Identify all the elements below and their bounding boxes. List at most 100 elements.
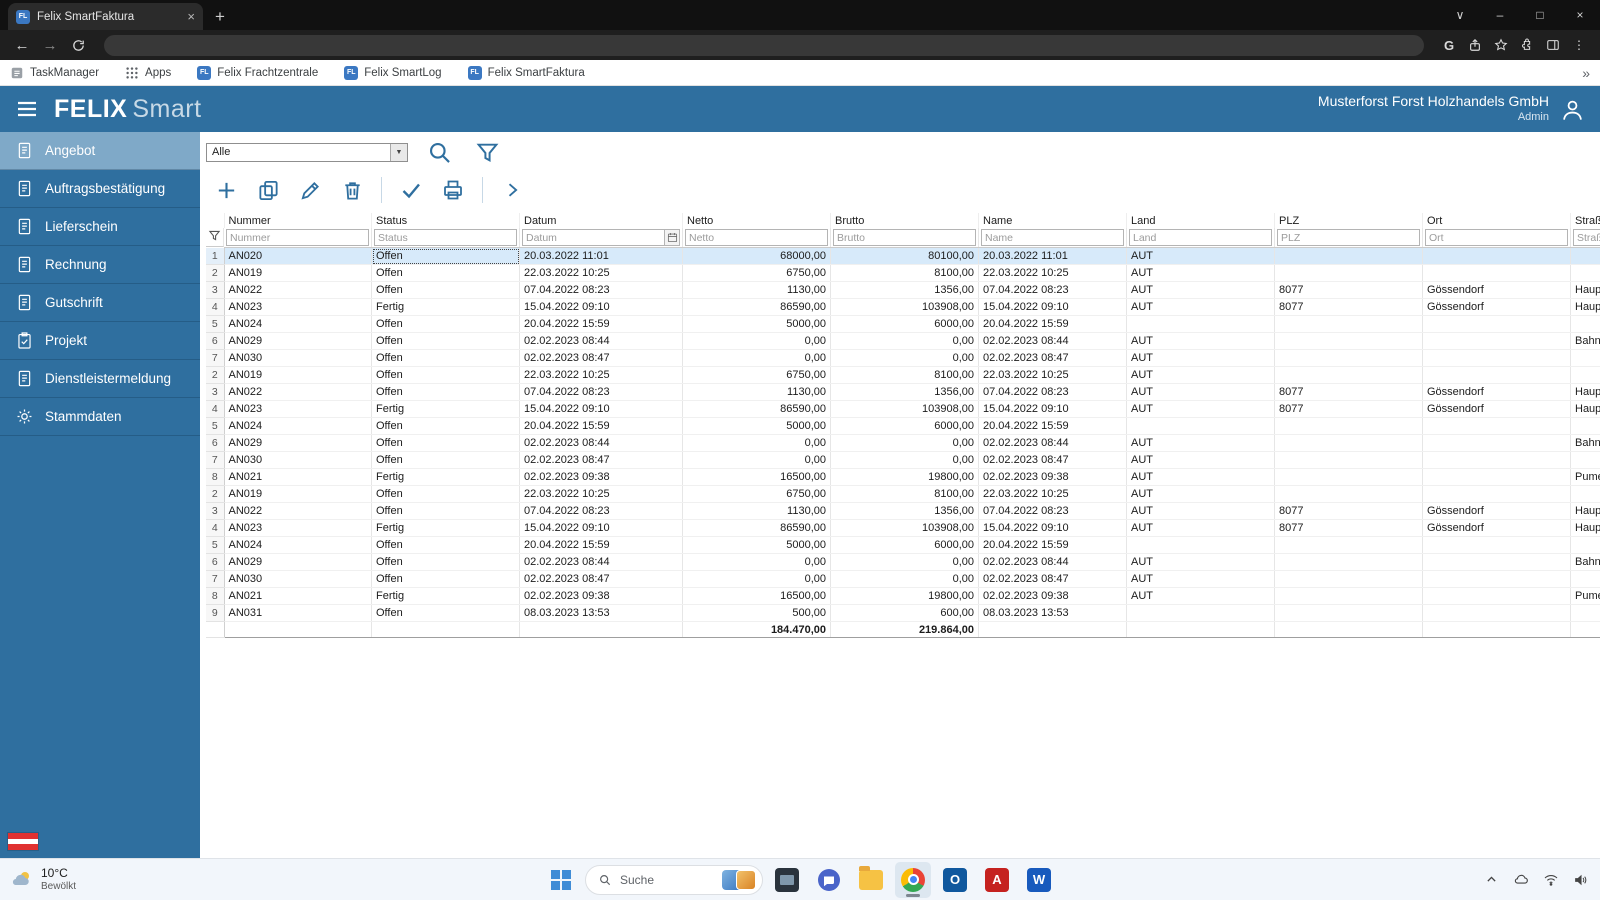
row-number[interactable]: 7 (206, 451, 225, 469)
cell-netto[interactable]: 86590,00 (682, 400, 831, 418)
cell-name[interactable]: 08.03.2023 13:53 (978, 604, 1127, 622)
cell-land[interactable]: AUT (1126, 264, 1275, 282)
cell-strasse[interactable]: Bahnweg 1 (1570, 332, 1600, 350)
cell-brutto[interactable]: 19800,00 (830, 468, 979, 486)
row-number[interactable]: 6 (206, 553, 225, 571)
cell-land[interactable]: AUT (1126, 366, 1275, 384)
cell-netto[interactable]: 6750,00 (682, 366, 831, 384)
cell-datum[interactable]: 07.04.2022 08:23 (519, 383, 683, 401)
cell-nummer[interactable]: AN021 (224, 587, 372, 605)
bookmarks-overflow-icon[interactable]: » (1582, 65, 1590, 81)
sidebar-item-auftragsbestaetigung[interactable]: Auftragsbestätigung (0, 170, 200, 208)
cell-datum[interactable]: 15.04.2022 09:10 (519, 298, 683, 316)
cell-strasse[interactable]: Hauptstraße 188 (1570, 400, 1600, 418)
cell-land[interactable]: AUT (1126, 349, 1275, 367)
cell-plz[interactable] (1274, 315, 1423, 333)
cell-status[interactable]: Offen (371, 315, 520, 333)
filter-dropdown[interactable]: Alle ▼ (206, 142, 408, 162)
cell-ort[interactable] (1422, 332, 1571, 350)
table-row[interactable]: 7 AN030 Offen 02.02.2023 08:47 0,00 0,00 02.02… (206, 570, 1600, 588)
cell-status[interactable]: Offen (371, 417, 520, 435)
network-wifi-icon[interactable] (1542, 871, 1560, 889)
column-header-status[interactable]: Status (371, 213, 520, 228)
expand-chevron-button[interactable] (492, 174, 532, 206)
cell-land[interactable]: AUT (1126, 332, 1275, 350)
bookmark-felix-smartlog[interactable]: FL Felix SmartLog (344, 65, 442, 80)
filter-input-nummer[interactable] (226, 229, 369, 246)
cell-ort[interactable]: Gössendorf (1422, 281, 1571, 299)
reload-button[interactable] (64, 32, 92, 58)
cell-netto[interactable]: 86590,00 (682, 298, 831, 316)
cell-datum[interactable]: 02.02.2023 08:44 (519, 553, 683, 571)
cell-brutto[interactable]: 1356,00 (830, 383, 979, 401)
cell-land[interactable]: AUT (1126, 451, 1275, 469)
cell-datum[interactable]: 15.04.2022 09:10 (519, 400, 683, 418)
filter-row-funnel-icon[interactable] (208, 229, 221, 245)
calendar-icon[interactable] (665, 229, 680, 246)
table-row[interactable]: 4 AN023 Fertig 15.04.2022 09:10 86590,00 1039… (206, 298, 1600, 316)
cell-plz[interactable]: 8077 (1274, 298, 1423, 316)
cell-status[interactable]: Offen (371, 383, 520, 401)
cell-ort[interactable] (1422, 570, 1571, 588)
cell-nummer[interactable]: AN021 (224, 468, 372, 486)
print-button[interactable] (433, 174, 473, 206)
cell-datum[interactable]: 02.02.2023 09:38 (519, 468, 683, 486)
cell-land[interactable]: AUT (1126, 570, 1275, 588)
row-number[interactable]: 8 (206, 468, 225, 486)
sidebar-item-angebot[interactable]: Angebot (0, 132, 200, 170)
cell-strasse[interactable] (1570, 349, 1600, 367)
cell-brutto[interactable]: 1356,00 (830, 502, 979, 520)
back-button[interactable]: ← (8, 32, 36, 58)
cell-netto[interactable]: 5000,00 (682, 315, 831, 333)
cell-status[interactable]: Offen (371, 604, 520, 622)
row-number[interactable]: 2 (206, 264, 225, 282)
cell-nummer[interactable]: AN030 (224, 349, 372, 367)
cell-datum[interactable]: 02.02.2023 08:44 (519, 332, 683, 350)
cell-strasse[interactable] (1570, 570, 1600, 588)
cell-netto[interactable]: 6750,00 (682, 485, 831, 503)
cell-plz[interactable] (1274, 451, 1423, 469)
cell-ort[interactable]: Gössendorf (1422, 298, 1571, 316)
new-tab-button[interactable]: + (215, 8, 225, 25)
cell-plz[interactable] (1274, 485, 1423, 503)
bookmark-apps[interactable]: Apps (125, 66, 171, 80)
cell-plz[interactable] (1274, 536, 1423, 554)
cell-ort[interactable] (1422, 366, 1571, 384)
browser-menu-icon[interactable]: ⋮ (1566, 32, 1592, 58)
cell-netto[interactable]: 16500,00 (682, 468, 831, 486)
cell-land[interactable]: AUT (1126, 247, 1275, 265)
table-row[interactable]: 1 AN020 Offen 20.03.2022 11:01 68000,00 80100… (206, 247, 1600, 265)
cell-name[interactable]: 22.03.2022 10:25 (978, 264, 1127, 282)
column-header-ort[interactable]: Ort (1422, 213, 1571, 228)
cell-plz[interactable]: 8077 (1274, 400, 1423, 418)
cell-brutto[interactable]: 103908,00 (830, 298, 979, 316)
cell-netto[interactable]: 5000,00 (682, 417, 831, 435)
sidebar-item-dienstleistermeldung[interactable]: Dienstleistermeldung (0, 360, 200, 398)
cell-nummer[interactable]: AN022 (224, 281, 372, 299)
cell-brutto[interactable]: 0,00 (830, 570, 979, 588)
copy-button[interactable] (248, 174, 288, 206)
cell-netto[interactable]: 500,00 (682, 604, 831, 622)
cell-name[interactable]: 22.03.2022 10:25 (978, 366, 1127, 384)
cell-datum[interactable]: 22.03.2022 10:25 (519, 366, 683, 384)
tab-close-icon[interactable]: × (187, 10, 195, 23)
cell-status[interactable]: Offen (371, 247, 520, 265)
cell-land[interactable]: AUT (1126, 434, 1275, 452)
cell-plz[interactable] (1274, 468, 1423, 486)
cell-plz[interactable] (1274, 366, 1423, 384)
cell-brutto[interactable]: 1356,00 (830, 281, 979, 299)
cell-strasse[interactable]: Pumergasse 11 (1570, 468, 1600, 486)
table-row[interactable]: 2 AN019 Offen 22.03.2022 10:25 6750,00 8100,0… (206, 366, 1600, 384)
cell-ort[interactable]: Gössendorf (1422, 502, 1571, 520)
cell-land[interactable] (1126, 417, 1275, 435)
tab-search-chevron-icon[interactable]: ∨ (1440, 0, 1480, 30)
cell-netto[interactable]: 0,00 (682, 451, 831, 469)
filter-input-brutto[interactable] (833, 229, 976, 246)
table-row[interactable]: 2 AN019 Offen 22.03.2022 10:25 6750,00 8100,0… (206, 485, 1600, 503)
cell-status[interactable]: Fertig (371, 298, 520, 316)
cell-brutto[interactable]: 0,00 (830, 332, 979, 350)
cell-name[interactable]: 02.02.2023 08:44 (978, 434, 1127, 452)
cell-ort[interactable] (1422, 247, 1571, 265)
browser-tab[interactable]: FL Felix SmartFaktura × (8, 3, 203, 30)
cell-name[interactable]: 07.04.2022 08:23 (978, 281, 1127, 299)
